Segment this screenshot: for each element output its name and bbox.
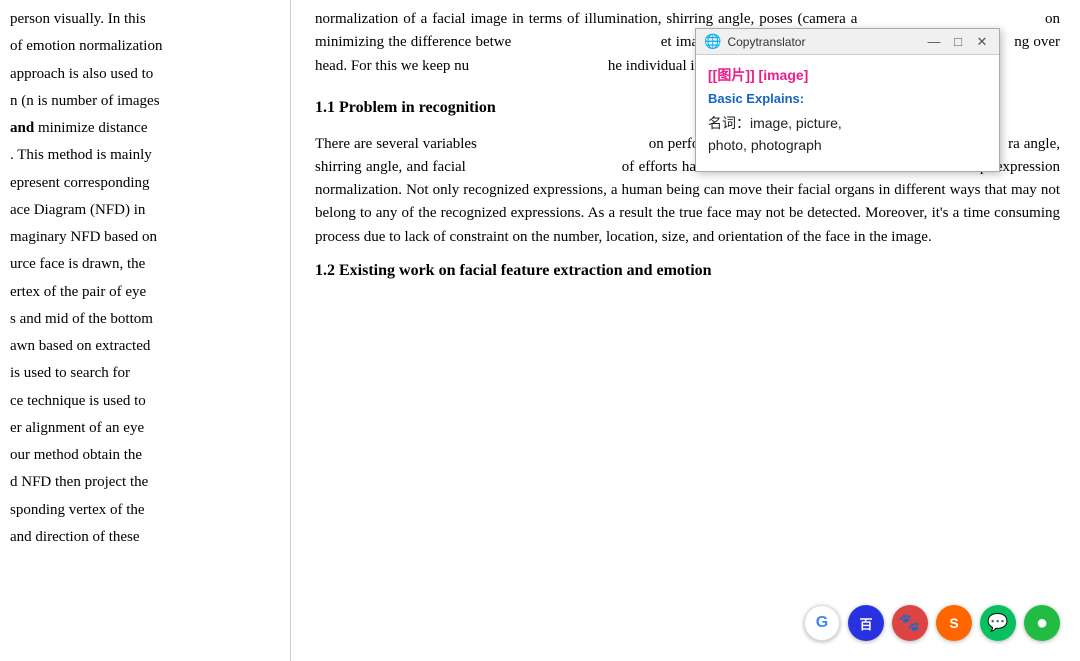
left-text-line4: n (n is number of images	[10, 90, 260, 113]
section-1-2-title: 1.2 Existing work on facial feature extr…	[315, 259, 1060, 284]
left-text-line2: of emotion normalization	[10, 35, 260, 58]
copytranslator-popup: 🌐 Copytranslator — □ ✕ [[图片]] [image] Ba…	[695, 28, 1000, 172]
popup-definition: 名词：image, picture, photo, photograph	[708, 112, 987, 157]
left-text-line13: awn based on extracted	[10, 335, 260, 358]
left-text-line8: ace Diagram (NFD) in	[10, 199, 260, 222]
left-text-line10: urce face is drawn, the	[10, 253, 260, 276]
document-area: person visually. In this of emotion norm…	[0, 0, 1080, 661]
left-text-line9: maginary NFD based on	[10, 226, 260, 249]
left-text-line1: person visually. In this	[10, 8, 260, 31]
sogou-icon-button[interactable]: S	[936, 605, 972, 641]
left-text-line16: er alignment of an eye	[10, 417, 260, 440]
left-text-line5: and minimize distance	[10, 117, 260, 140]
left-text-line20: and direction of these	[10, 526, 260, 549]
definition-line1: 名词：image, picture,	[708, 115, 842, 131]
popup-titlebar: 🌐 Copytranslator — □ ✕	[696, 29, 999, 55]
popup-original-text: [[图片]] [image]	[708, 65, 987, 85]
chat-icon-button[interactable]: 💬	[980, 605, 1016, 641]
left-column: person visually. In this of emotion norm…	[0, 0, 270, 661]
copytranslator-icon: 🌐	[704, 33, 721, 50]
minimize-button[interactable]: —	[925, 33, 943, 51]
baidu-paw-icon-button[interactable]: 🐾	[892, 605, 928, 641]
left-text-line18: d NFD then project the	[10, 471, 260, 494]
left-text-line11: ertex of the pair of eye	[10, 281, 260, 304]
left-text-line12: s and mid of the bottom	[10, 308, 260, 331]
popup-basic-explains-label: Basic Explains:	[708, 91, 987, 106]
left-text-line15: ce technique is used to	[10, 390, 260, 413]
popup-controls: — □ ✕	[925, 33, 991, 51]
left-text-line14: is used to search for	[10, 362, 260, 385]
definition-line2: photo, photograph	[708, 137, 822, 153]
left-text-line7: epresent corresponding	[10, 172, 260, 195]
green-circle-button[interactable]: ●	[1024, 605, 1060, 641]
popup-body: [[图片]] [image] Basic Explains: 名词：image,…	[696, 55, 999, 171]
left-text-line6: . This method is mainly	[10, 144, 260, 167]
close-button[interactable]: ✕	[973, 33, 991, 51]
maximize-button[interactable]: □	[949, 33, 967, 51]
column-divider	[290, 0, 291, 661]
baidu-translate-icon-button[interactable]: 百	[848, 605, 884, 641]
google-icon-button[interactable]: G	[804, 605, 840, 641]
popup-title: Copytranslator	[727, 35, 805, 49]
left-text-line3: approach is also used to	[10, 63, 260, 86]
left-text-line17: our method obtain the	[10, 444, 260, 467]
left-text-line19: sponding vertex of the	[10, 499, 260, 522]
floating-icons-bar: G 百 🐾 S 💬 ●	[804, 605, 1060, 641]
